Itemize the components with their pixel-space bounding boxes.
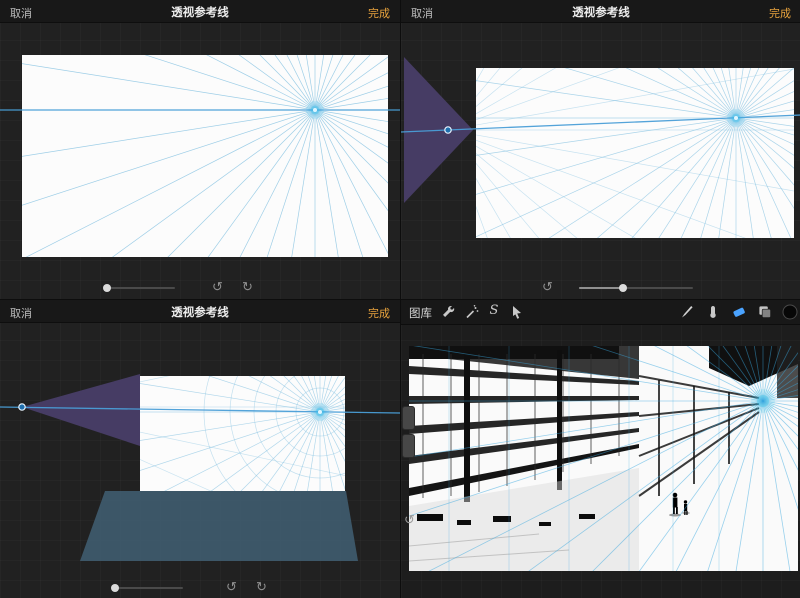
drawing-canvas[interactable]	[140, 376, 345, 491]
redo-icon[interactable]: ↻	[256, 580, 267, 593]
transform-arrow-icon[interactable]	[509, 304, 525, 320]
opacity-slider-knob[interactable]	[103, 284, 111, 292]
panel-perspective-2pt: 取消 透视参考线 完成 ↺	[400, 0, 800, 299]
sidebar-undo-icon[interactable]: ↺	[404, 512, 415, 528]
undo-icon[interactable]: ↺	[212, 280, 223, 293]
done-button[interactable]: 完成	[769, 5, 791, 21]
adjustments-wand-icon[interactable]	[464, 304, 480, 320]
perspective-rays	[22, 55, 388, 257]
opacity-slider-track[interactable]	[117, 587, 183, 589]
drawing-canvas[interactable]	[476, 68, 794, 238]
smudge-finger-icon[interactable]	[705, 304, 721, 320]
wrench-icon[interactable]	[440, 304, 456, 320]
artwork-with-guides	[409, 346, 798, 571]
thickness-slider-fill	[579, 287, 623, 289]
page-title: 透视参考线	[0, 4, 400, 20]
thickness-slider-knob[interactable]	[619, 284, 627, 292]
selection-icon[interactable]: S	[487, 303, 501, 319]
artwork-canvas[interactable]	[409, 346, 798, 571]
done-button[interactable]: 完成	[368, 305, 390, 321]
drawing-canvas[interactable]	[22, 55, 388, 257]
color-swatch-icon[interactable]	[782, 304, 798, 320]
paint-brush-icon[interactable]	[679, 304, 695, 320]
vanishing-point-handle-left[interactable]	[19, 404, 25, 410]
sidebar-brush-size-button[interactable]	[402, 406, 415, 430]
layers-icon[interactable]	[757, 304, 773, 320]
panel-perspective-1pt: 取消 透视参考线 完成 ↺ ↻	[0, 0, 400, 299]
done-button[interactable]: 完成	[368, 5, 390, 21]
main-toolbar: 图库 S	[401, 300, 800, 325]
nav-bar: 取消 透视参考线 完成	[401, 0, 800, 23]
sidebar-opacity-button[interactable]	[402, 434, 415, 458]
figure-adult	[673, 493, 678, 514]
perspective-grid	[140, 376, 345, 491]
undo-icon[interactable]: ↺	[226, 580, 237, 593]
eraser-icon[interactable]	[731, 304, 747, 320]
panel-perspective-curvilinear: 取消 透视参考线 完成 ↺ ↻	[0, 299, 400, 598]
redo-icon[interactable]: ↻	[242, 280, 253, 293]
perspective-rays	[476, 68, 794, 238]
undo-icon[interactable]: ↺	[542, 280, 553, 293]
vanishing-point-handle-left[interactable]	[445, 127, 451, 133]
page-title: 透视参考线	[401, 4, 800, 20]
opacity-slider-track[interactable]	[109, 287, 175, 289]
nav-bar: 取消 透视参考线 完成	[0, 0, 400, 23]
gallery-button[interactable]: 图库	[409, 305, 432, 321]
stitched-screenshots: 取消 透视参考线 完成 ↺ ↻ 取消 透视参考线 完成	[0, 0, 800, 598]
opacity-slider-knob[interactable]	[111, 584, 119, 592]
nav-bar: 取消 透视参考线 完成	[0, 300, 400, 323]
panel-procreate-canvas: 图库 S	[400, 299, 800, 598]
page-title: 透视参考线	[0, 304, 400, 320]
